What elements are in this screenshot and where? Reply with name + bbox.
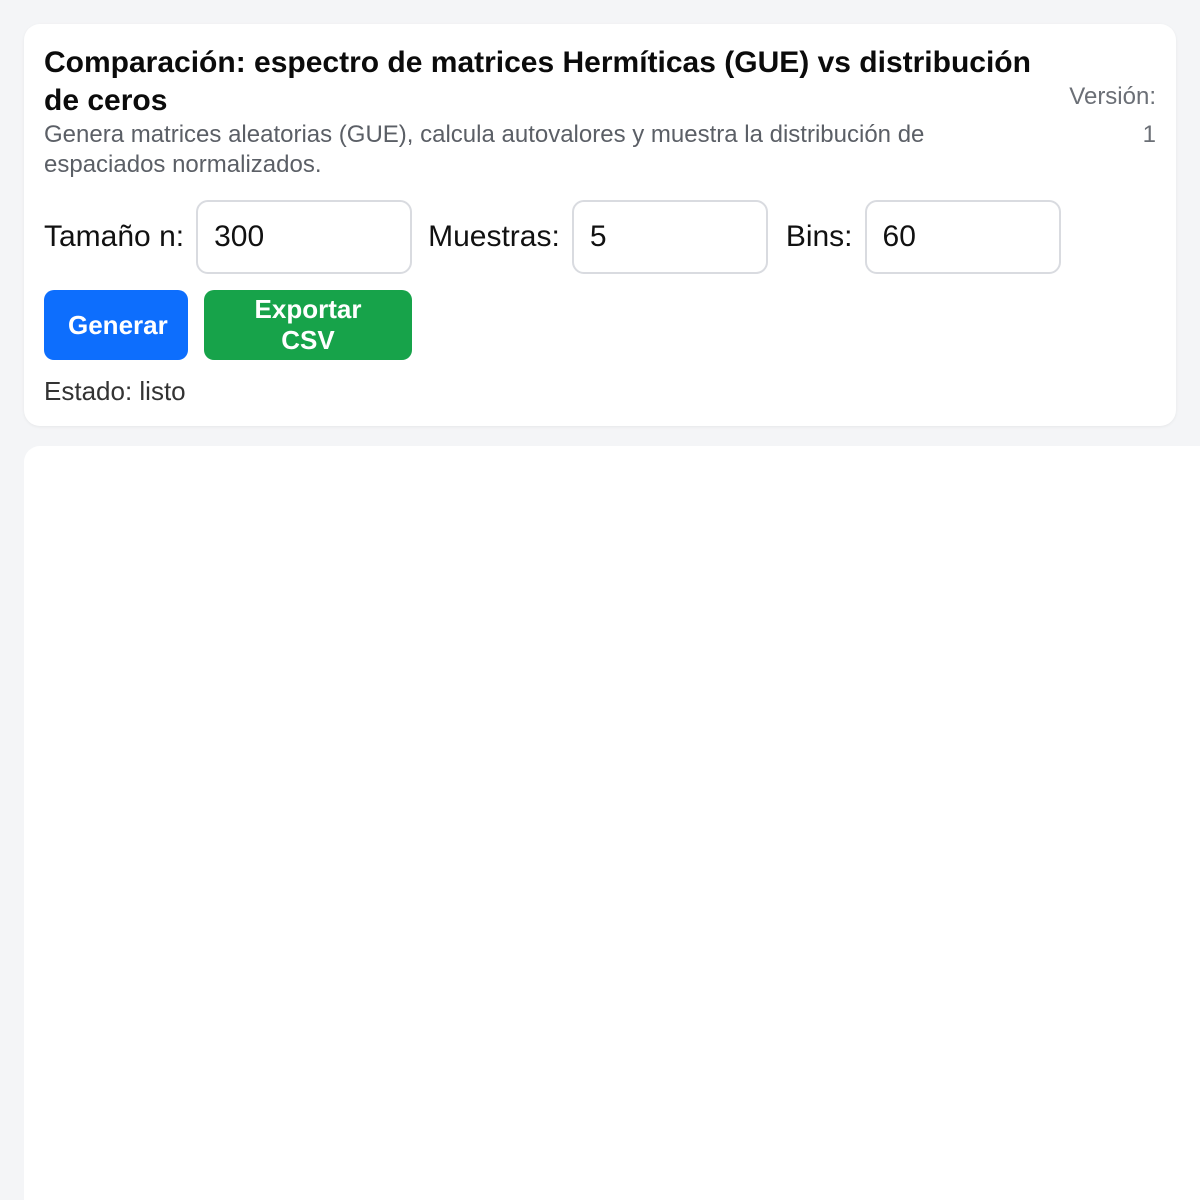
page-title: Comparación: espectro de matrices Hermít… (44, 46, 1031, 117)
controls-card: Comparación: espectro de matrices Hermít… (24, 24, 1176, 426)
page-description: Genera matrices aleatorias (GUE), calcul… (44, 121, 925, 178)
samples-label: Muestras: (428, 220, 560, 253)
status-text: Estado: listo (44, 376, 186, 406)
version-label: Versión: (1069, 83, 1156, 110)
version-value: 1 (1142, 121, 1156, 148)
chart-panel (24, 446, 1200, 1200)
bins-input[interactable] (864, 200, 1061, 274)
parameter-controls: Tamaño n: Muestras: Bins: (44, 200, 1061, 274)
bins-label: Bins: (785, 220, 853, 253)
action-buttons: Generar Exportar CSV (44, 290, 412, 360)
size-label: Tamaño n: (44, 220, 185, 253)
version-info: Versión: 1 (1069, 78, 1156, 154)
samples-input[interactable] (571, 200, 768, 274)
export-csv-button[interactable]: Exportar CSV (204, 290, 412, 360)
size-input[interactable] (196, 200, 413, 274)
generate-button[interactable]: Generar (44, 290, 188, 360)
